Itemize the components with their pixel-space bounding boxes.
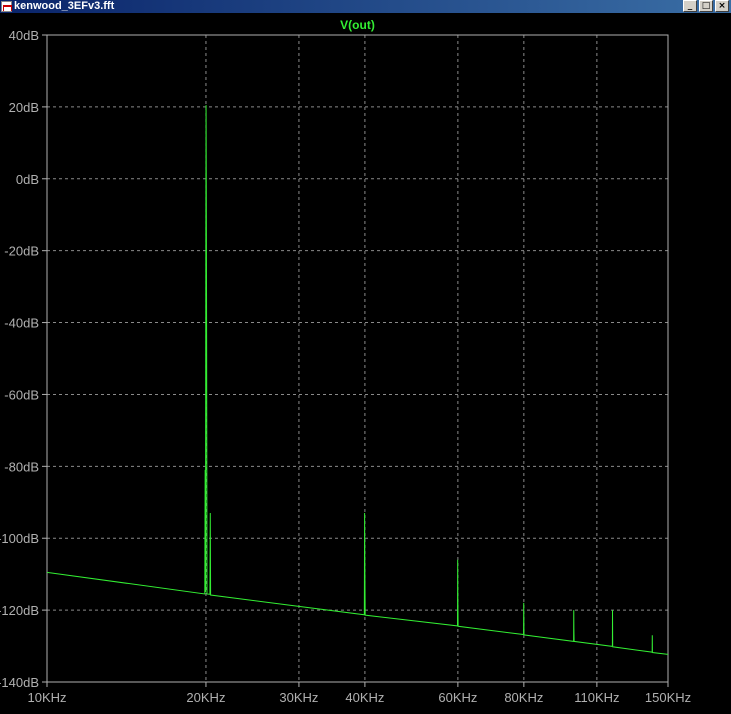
close-button[interactable]: × — [715, 0, 729, 12]
x-tick-label: 30KHz — [279, 690, 318, 705]
fft-plot[interactable]: 40dB 20dB 0dB -20dB -40dB -60dB -80dB -100dB -12… — [0, 13, 731, 714]
y-tick-label: -140dB — [0, 675, 39, 690]
window-title: kenwood_3EFv3.fft — [14, 0, 115, 12]
y-tick-label: 20dB — [9, 100, 39, 115]
y-axis-labels: 40dB 20dB 0dB -20dB -40dB -60dB -80dB -100dB -12… — [0, 28, 47, 690]
x-tick-label: 40KHz — [345, 690, 384, 705]
x-tick-label: 20KHz — [186, 690, 225, 705]
x-tick-label: 110KHz — [574, 690, 619, 705]
y-tick-label: -20dB — [4, 244, 39, 259]
window-controls: _ □ × — [683, 0, 729, 13]
x-tick-label: 60KHz — [438, 690, 477, 705]
minimize-button[interactable]: _ — [683, 0, 697, 12]
x-tick-label: 10KHz — [27, 690, 66, 705]
trace-title[interactable]: V(out) — [340, 18, 375, 32]
ltspice-app-icon — [1, 1, 12, 12]
y-tick-label: -60dB — [4, 387, 39, 402]
y-tick-label: -40dB — [4, 316, 39, 331]
window-titlebar[interactable]: kenwood_3EFv3.fft _ □ × — [0, 0, 731, 13]
y-tick-label: -80dB — [4, 459, 39, 474]
x-tick-label: 150KHz — [645, 690, 691, 705]
y-tick-label: 0dB — [16, 172, 39, 187]
y-tick-label: -100dB — [0, 531, 39, 546]
trace-v-out — [46, 105, 669, 655]
restore-button[interactable]: □ — [699, 0, 713, 12]
x-axis-labels: 10KHz 20KHz 30KHz 40KHz 60KHz 80KHz 110KHz 150K… — [27, 682, 691, 705]
x-tick-label: 80KHz — [504, 690, 543, 705]
y-tick-label: 40dB — [9, 28, 39, 43]
y-tick-label: -120dB — [0, 603, 39, 618]
